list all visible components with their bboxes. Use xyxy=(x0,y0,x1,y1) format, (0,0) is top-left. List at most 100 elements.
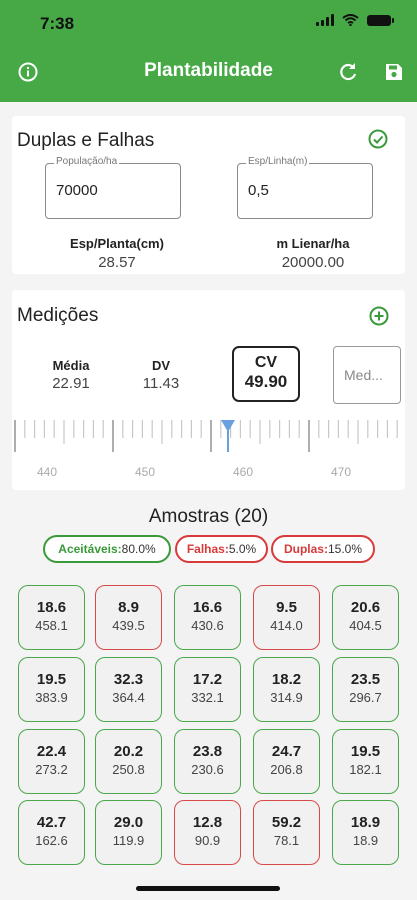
wifi-icon xyxy=(342,14,359,26)
populacao-label: População/ha xyxy=(54,156,120,167)
esp-linha-value: 0,5 xyxy=(248,182,269,199)
populacao-value: 70000 xyxy=(56,182,98,199)
ruler-label: 460 xyxy=(233,465,253,479)
sample-position: 206.8 xyxy=(270,762,303,777)
medicoes-title: Medições xyxy=(17,305,99,326)
aceitaveis-badge: Aceitáveis: 80.0% xyxy=(43,535,171,563)
check-circle-icon[interactable] xyxy=(367,128,389,150)
cv-box: CV 49.90 xyxy=(232,346,300,402)
sample-position: 383.9 xyxy=(35,690,68,705)
sample-spacing: 18.6 xyxy=(36,599,67,616)
sample-tile[interactable]: 12.8 90.9 xyxy=(174,800,241,865)
sample-tile[interactable]: 19.5 383.9 xyxy=(18,657,85,722)
populacao-field[interactable]: População/ha 70000 xyxy=(45,156,181,219)
sample-spacing: 23.5 xyxy=(350,671,381,688)
sample-tile[interactable]: 17.2 332.1 xyxy=(174,657,241,722)
sample-spacing: 8.9 xyxy=(118,599,139,616)
sample-spacing: 18.9 xyxy=(350,814,381,831)
sample-position: 250.8 xyxy=(112,762,145,777)
sample-tile[interactable]: 18.6 458.1 xyxy=(18,585,85,650)
media-value: 22.91 xyxy=(52,375,90,392)
cv-label: CV xyxy=(254,354,278,371)
save-icon[interactable] xyxy=(382,60,406,84)
duplas-falhas-title: Duplas e Falhas xyxy=(17,130,155,151)
medicao-input[interactable]: Med... xyxy=(333,346,401,404)
cv-value: 49.90 xyxy=(244,372,288,391)
sample-position: 230.6 xyxy=(191,762,224,777)
ruler-label: 450 xyxy=(135,465,155,479)
sample-position: 78.1 xyxy=(273,833,300,848)
sample-tile[interactable]: 8.9 439.5 xyxy=(95,585,162,650)
sample-tile[interactable]: 16.6 430.6 xyxy=(174,585,241,650)
sample-position: 430.6 xyxy=(191,618,224,633)
sample-position: 182.1 xyxy=(349,762,382,777)
sample-tile[interactable]: 23.5 296.7 xyxy=(332,657,399,722)
status-time: 7:38 xyxy=(40,14,75,33)
sample-position: 414.0 xyxy=(270,618,303,633)
sample-position: 162.6 xyxy=(35,833,68,848)
duplas-value: 15.0% xyxy=(327,542,363,556)
sample-position: 119.9 xyxy=(112,833,145,848)
sample-position: 314.9 xyxy=(270,690,303,705)
sample-spacing: 29.0 xyxy=(113,814,144,831)
duplas-label: Duplas: xyxy=(283,542,328,556)
sample-spacing: 20.2 xyxy=(113,743,144,760)
sample-position: 273.2 xyxy=(35,762,68,777)
sample-spacing: 9.5 xyxy=(276,599,297,616)
m-linear-label: m Lienar/ha xyxy=(276,236,350,251)
status-icons xyxy=(316,14,394,26)
falhas-label: Falhas: xyxy=(186,542,229,556)
aceitaveis-label: Aceitáveis: xyxy=(58,542,122,556)
media-label: Média xyxy=(52,358,90,373)
sample-spacing: 17.2 xyxy=(192,671,223,688)
sample-position: 332.1 xyxy=(191,690,224,705)
sample-spacing: 19.5 xyxy=(350,743,381,760)
sample-tile[interactable]: 20.6 404.5 xyxy=(332,585,399,650)
m-linear-value: 20000.00 xyxy=(281,254,345,271)
medicoes-card: Medições Média 22.91 DV 11.43 CV 49.90 M… xyxy=(12,290,405,490)
sample-spacing: 16.6 xyxy=(192,599,223,616)
sample-spacing: 22.4 xyxy=(36,743,67,760)
esp-planta-label: Esp/Planta(cm) xyxy=(70,236,164,251)
dv-value: 11.43 xyxy=(142,375,180,392)
duplas-badge: Duplas: 15.0% xyxy=(271,535,375,563)
sample-tile[interactable]: 29.0 119.9 xyxy=(95,800,162,865)
add-circle-icon[interactable] xyxy=(368,305,390,327)
sample-spacing: 18.2 xyxy=(271,671,302,688)
sample-spacing: 19.5 xyxy=(36,671,67,688)
sample-spacing: 42.7 xyxy=(36,814,67,831)
medicao-input-placeholder: Med... xyxy=(344,367,383,383)
sample-tile[interactable]: 18.2 314.9 xyxy=(253,657,320,722)
sample-tile[interactable]: 42.7 162.6 xyxy=(18,800,85,865)
refresh-icon[interactable] xyxy=(336,60,360,84)
sample-tile[interactable]: 18.9 18.9 xyxy=(332,800,399,865)
sample-tile[interactable]: 24.7 206.8 xyxy=(253,729,320,794)
sample-tile[interactable]: 32.3 364.4 xyxy=(95,657,162,722)
ruler-label: 470 xyxy=(331,465,351,479)
falhas-badge: Falhas: 5.0% xyxy=(175,535,268,563)
esp-linha-field[interactable]: Esp/Linha(m) 0,5 xyxy=(237,156,373,219)
duplas-falhas-card: Duplas e Falhas População/ha 70000 Esp/L… xyxy=(12,116,405,274)
aceitaveis-value: 80.0% xyxy=(121,542,156,556)
esp-linha-label: Esp/Linha(m) xyxy=(246,156,310,167)
sample-tile[interactable]: 22.4 273.2 xyxy=(18,729,85,794)
home-indicator[interactable] xyxy=(136,886,280,891)
sample-position: 18.9 xyxy=(352,833,379,848)
ruler-slider[interactable]: 440 450 460 470 xyxy=(12,418,405,484)
sample-tile[interactable]: 20.2 250.8 xyxy=(95,729,162,794)
app-bar: 7:38 Plantabilidade xyxy=(0,0,417,102)
sample-spacing: 24.7 xyxy=(271,743,302,760)
sample-tile[interactable]: 23.8 230.6 xyxy=(174,729,241,794)
esp-planta-value: 28.57 xyxy=(98,254,136,271)
sample-spacing: 23.8 xyxy=(192,743,223,760)
sample-tile[interactable]: 19.5 182.1 xyxy=(332,729,399,794)
signal-icon xyxy=(316,14,334,26)
sample-tile[interactable]: 9.5 414.0 xyxy=(253,585,320,650)
sample-position: 364.4 xyxy=(112,690,145,705)
battery-icon xyxy=(367,14,394,26)
dv-label: DV xyxy=(151,358,171,373)
sample-position: 439.5 xyxy=(112,618,145,633)
sample-spacing: 32.3 xyxy=(113,671,144,688)
sample-spacing: 20.6 xyxy=(350,599,381,616)
sample-tile[interactable]: 59.2 78.1 xyxy=(253,800,320,865)
